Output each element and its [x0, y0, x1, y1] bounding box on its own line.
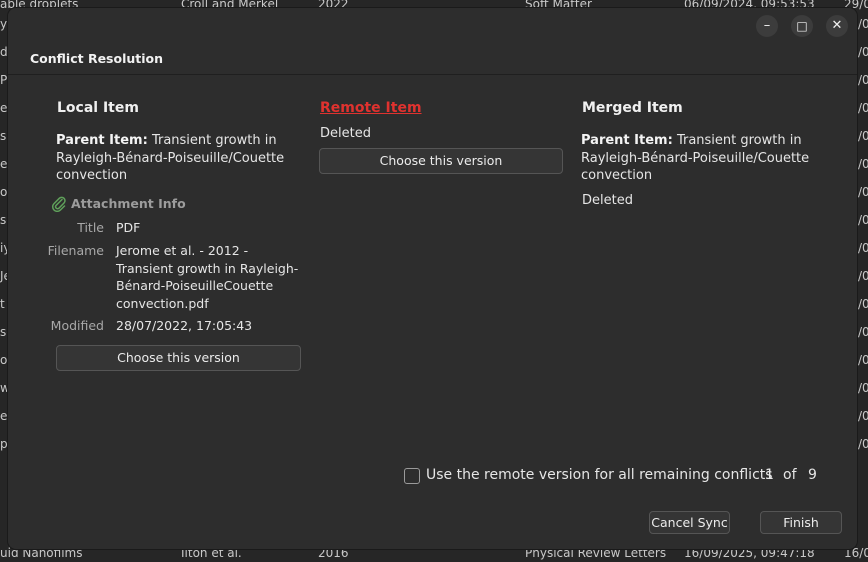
merged-status: Deleted: [582, 193, 633, 208]
finish-button[interactable]: Finish: [760, 511, 842, 534]
bg-left-fragment: e: [0, 101, 8, 115]
minimize-button[interactable]: –: [756, 15, 778, 37]
choose-remote-version-button[interactable]: Choose this version: [319, 148, 563, 174]
local-parent-label: Parent Item:: [56, 133, 148, 148]
modified-value: 28/07/2022, 17:05:43: [116, 318, 253, 333]
bg-right-fragment: /0: [858, 437, 868, 451]
bg-left-fragment: d: [0, 45, 8, 59]
local-parent-item: Parent Item: Transient growth in Rayleig…: [56, 132, 286, 185]
merged-item-heading: Merged Item: [582, 100, 683, 116]
bg-right-fragment: /0: [858, 129, 868, 143]
conflict-of-label: of: [783, 467, 797, 483]
bg-left-fragment: sp: [0, 129, 8, 143]
filename-value: Jerome et al. - 2012 - Transient growth …: [116, 243, 299, 311]
bg-right-fragment: /0: [858, 213, 868, 227]
attachment-info-heading: Attachment Info: [71, 196, 186, 211]
filename-label: Filename: [47, 243, 104, 258]
bg-left-fragment: ou: [0, 185, 8, 199]
title-value: PDF: [116, 220, 141, 235]
bg-right-fragment: /0: [858, 297, 868, 311]
bg-left-fragment: y: [0, 17, 8, 31]
bg-left-fragment: t: [0, 297, 5, 311]
title-divider: [8, 74, 857, 75]
bg-left-fragment: se: [0, 213, 8, 227]
bg-right-fragment: /0: [858, 325, 868, 339]
bg-left-fragment: Je: [0, 269, 8, 283]
merged-parent-item: Parent Item: Transient growth in Rayleig…: [581, 132, 811, 185]
conflict-current-index: 1: [765, 467, 774, 483]
modified-label: Modified: [50, 318, 104, 333]
conflict-resolution-dialog: – □ ✕ Conflict Resolution Local Item Par…: [8, 8, 857, 549]
bg-left-fragment: e: [0, 409, 8, 423]
bg-right-fragment: /0: [858, 45, 868, 59]
bg-right-fragment: /0: [858, 17, 868, 31]
close-button[interactable]: ✕: [826, 15, 848, 37]
paperclip-icon: [51, 196, 67, 213]
remote-status: Deleted: [320, 126, 371, 141]
bg-right-fragment: /0: [858, 157, 868, 171]
title-label: Title: [77, 220, 104, 235]
merged-parent-label: Parent Item:: [581, 133, 673, 148]
bg-left-fragment: iy: [0, 241, 8, 255]
use-remote-label[interactable]: Use the remote version for all remaining…: [426, 466, 773, 484]
bg-right-fragment: /0: [858, 101, 868, 115]
dialog-title: Conflict Resolution: [30, 51, 164, 66]
cancel-sync-button[interactable]: Cancel Sync: [649, 511, 730, 534]
bg-right-fragment: /0: [858, 241, 868, 255]
bg-left-fragment: se: [0, 325, 8, 339]
local-item-heading: Local Item: [57, 100, 139, 116]
bg-left-fragment: p: [0, 437, 8, 451]
bg-left-fragment: w: [0, 381, 8, 395]
bg-right-fragment: /0: [858, 409, 868, 423]
bg-right-fragment: /0: [858, 381, 868, 395]
bg-left-fragment: e: [0, 157, 8, 171]
bg-right-fragment: /0: [858, 73, 868, 87]
bg-right-fragment: /0: [858, 269, 868, 283]
conflict-total: 9: [808, 467, 817, 483]
bg-left-fragment: Po: [0, 73, 8, 87]
use-remote-checkbox[interactable]: [404, 468, 420, 484]
choose-local-version-button[interactable]: Choose this version: [56, 345, 301, 371]
bg-right-fragment: /0: [858, 185, 868, 199]
remote-item-heading[interactable]: Remote Item: [320, 100, 422, 116]
bg-right-fragment: /0: [858, 353, 868, 367]
bg-left-fragment: o: [0, 353, 8, 367]
maximize-button[interactable]: □: [791, 15, 813, 37]
